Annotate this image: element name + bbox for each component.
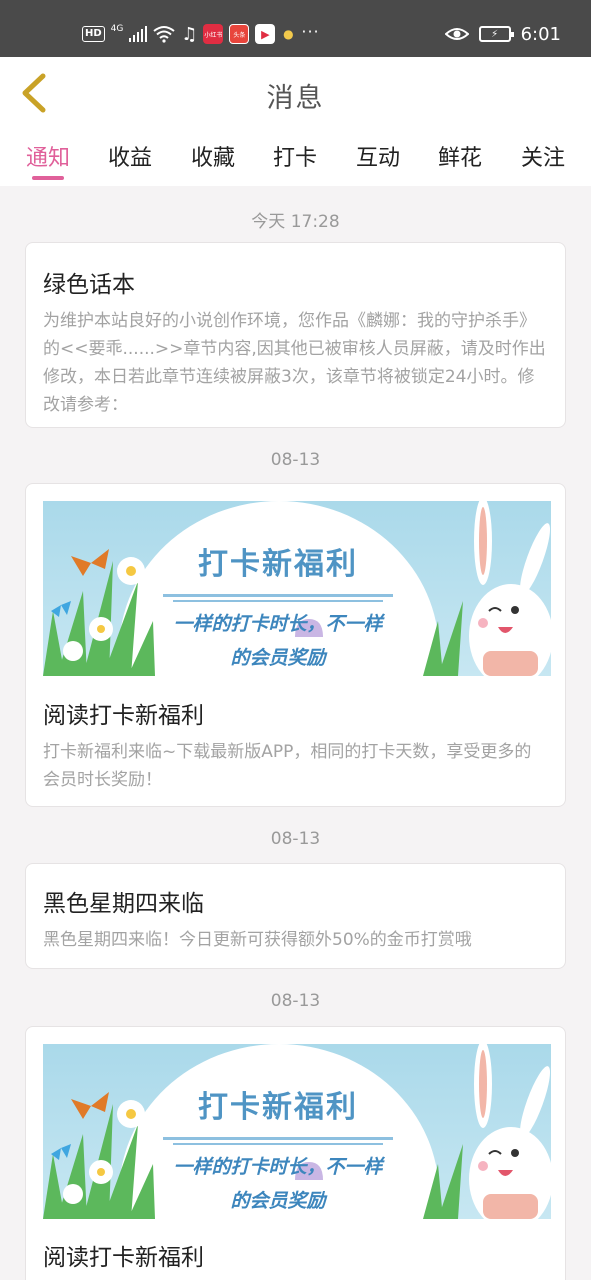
toutiao-app-icon: 头条 (229, 24, 250, 44)
more-notifications-icon: ··· (301, 21, 320, 41)
tab-interaction[interactable]: 互动 (348, 140, 408, 172)
signal-icon (129, 26, 148, 42)
video-app-icon: ▶ (255, 24, 276, 44)
tab-earnings[interactable]: 收益 (100, 140, 160, 172)
status-bar-right: ⚡ 6:01 (444, 22, 561, 46)
status-bar-left: HD 4G ♫ 小红书 头条 ▶ ● ··· (82, 22, 320, 46)
xiaohongshu-app-icon: 小红书 (203, 24, 224, 44)
tab-notifications[interactable]: 通知 (18, 140, 78, 172)
banner-subline: 一样的打卡时长，不一样 (173, 613, 383, 635)
message-title: 绿色话本 (43, 272, 135, 298)
network-type: 4G (110, 24, 124, 34)
banner-headline: 打卡新福利 (198, 547, 358, 582)
message-date: 08-13 (270, 450, 321, 470)
tab-favorites[interactable]: 收藏 (183, 140, 243, 172)
wifi-icon (153, 26, 175, 43)
message-card[interactable]: 打卡新福利 一样的打卡时长，不一样 的会员奖励 阅读打卡新福利 打卡新福利来临~… (25, 483, 566, 807)
message-card[interactable]: 打卡新福利 一样的打卡时长，不一样 的会员奖励 阅读打卡新福利 (25, 1026, 566, 1280)
status-bar: HD 4G ♫ 小红书 头条 ▶ ● ··· ⚡ 6:01 (0, 0, 591, 57)
message-title: 黑色星期四来临 (43, 891, 204, 917)
message-title: 阅读打卡新福利 (43, 1245, 204, 1271)
banner-subline: 一样的打卡时长，不一样 (173, 1156, 383, 1178)
message-title: 阅读打卡新福利 (43, 703, 204, 729)
app-header: 消息 (0, 57, 591, 130)
promo-banner-image: 打卡新福利 一样的打卡时长，不一样 的会员奖励 (43, 501, 551, 676)
hd-badge: HD (82, 26, 105, 42)
banner-subline: 的会员奖励 (230, 1190, 326, 1212)
message-body: 为维护本站良好的小说创作环境，您作品《麟娜：我的守护杀手》的<<要乖......… (43, 311, 546, 415)
bulb-app-icon: ● (283, 27, 294, 41)
message-body: 打卡新福利来临~下载最新版APP，相同的打卡天数，享受更多的会员时长奖励！ (43, 742, 532, 790)
music-icon: ♫ (181, 23, 198, 45)
tab-flowers[interactable]: 鲜花 (430, 140, 490, 172)
eye-comfort-icon (444, 28, 469, 40)
tab-following[interactable]: 关注 (513, 140, 573, 172)
message-card[interactable]: 绿色话本 为维护本站良好的小说创作环境，您作品《麟娜：我的守护杀手》的<<要乖.… (25, 242, 566, 428)
clock: 6:01 (520, 23, 561, 45)
page-title: 消息 (266, 83, 325, 114)
active-tab-indicator (32, 176, 64, 180)
promo-banner-image: 打卡新福利 一样的打卡时长，不一样 的会员奖励 (43, 1044, 551, 1219)
banner-headline: 打卡新福利 (198, 1090, 358, 1125)
message-card[interactable]: 黑色星期四来临 黑色星期四来临！今日更新可获得额外50%的金币打赏哦 (25, 863, 566, 969)
message-body: 黑色星期四来临！今日更新可获得额外50%的金币打赏哦 (43, 930, 472, 950)
tab-checkin[interactable]: 打卡 (265, 140, 325, 172)
message-date: 08-13 (270, 991, 321, 1011)
banner-subline: 的会员奖励 (230, 647, 326, 669)
battery-icon: ⚡ (478, 26, 514, 42)
message-date: 今天 17:28 (251, 212, 340, 232)
tab-bar: 通知 收益 收藏 打卡 互动 鲜花 关注 (0, 130, 591, 186)
message-date: 08-13 (270, 829, 321, 849)
